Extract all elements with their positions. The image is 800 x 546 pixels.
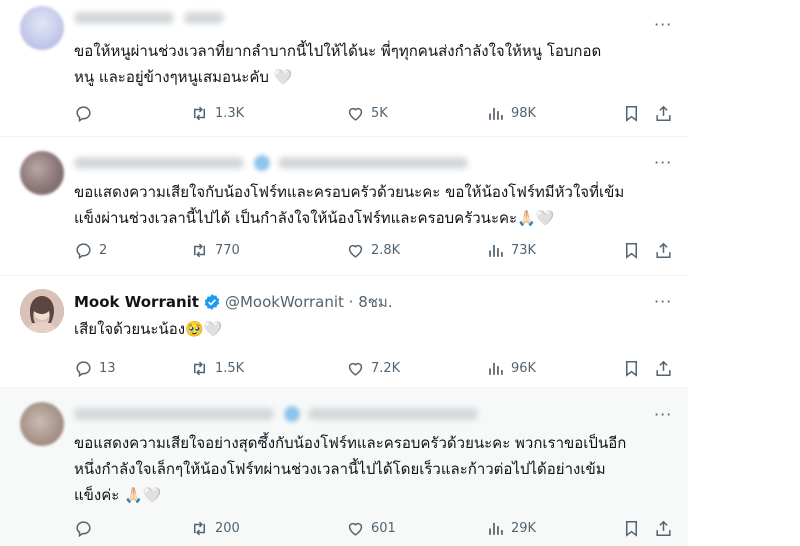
share-button[interactable]: [654, 101, 679, 125]
tweet-header: [74, 153, 478, 173]
like-count: 7.2K: [371, 360, 401, 376]
views-chart-icon: [489, 362, 503, 375]
tweet-text: ขอแสดงความเสียใจอย่างสุดซึ้งกับน้องโฟร์ท…: [74, 434, 627, 504]
retweet-button[interactable]: 1.3K: [190, 101, 244, 125]
reply-icon: [76, 520, 91, 537]
bookmark-icon: [625, 105, 638, 122]
heart-icon: [348, 107, 363, 121]
views-count: 98K: [511, 105, 537, 121]
reply-button[interactable]: [74, 101, 99, 125]
bookmark-icon: [625, 520, 638, 537]
views-button[interactable]: 96K: [486, 356, 536, 380]
views-button[interactable]: 98K: [486, 101, 536, 125]
share-button[interactable]: [654, 356, 679, 380]
retweet-count: 770: [215, 242, 240, 258]
tweet-3[interactable]: Mook Worranit @MookWorranit · 8ชม. ··· เ…: [0, 276, 688, 386]
views-button[interactable]: 73K: [486, 238, 536, 262]
retweet-count: 1.5K: [215, 360, 245, 376]
avatar[interactable]: [20, 6, 64, 50]
like-count: 5K: [371, 105, 388, 121]
share-button[interactable]: [654, 238, 679, 262]
bookmark-icon: [625, 360, 638, 377]
like-button[interactable]: 7.2K: [346, 356, 400, 380]
tweet-actions: 200 601 29K: [74, 516, 678, 540]
more-options-icon[interactable]: ···: [654, 16, 672, 34]
views-button[interactable]: 29K: [486, 516, 536, 540]
share-icon: [656, 105, 671, 121]
tweet-text: เสียใจด้วยนะน้อง🥹🤍: [74, 320, 223, 338]
reply-button[interactable]: 13: [74, 356, 116, 380]
share-icon: [656, 520, 671, 536]
tweet-actions: 2 770 2.8K 73K: [74, 238, 678, 262]
bookmark-button[interactable]: [622, 356, 647, 380]
share-icon: [656, 360, 671, 376]
tweet-4[interactable]: ··· ขอแสดงความเสียใจอย่างสุดซึ้งกับน้องโ…: [0, 388, 688, 546]
retweet-button[interactable]: 200: [190, 516, 240, 540]
avatar[interactable]: [20, 151, 64, 195]
retweet-icon: [193, 243, 206, 257]
reply-icon: [76, 242, 91, 259]
retweet-button[interactable]: 1.5K: [190, 356, 244, 380]
views-chart-icon: [489, 522, 503, 535]
blurred-handle: [278, 157, 468, 169]
blurred-timestamp: [184, 12, 224, 24]
share-button[interactable]: [654, 516, 679, 540]
bookmark-icon: [625, 242, 638, 259]
retweet-count: 200: [215, 520, 240, 536]
retweet-count: 1.3K: [215, 105, 245, 121]
views-chart-icon: [489, 107, 503, 120]
timeline-feed: ··· ขอให้หนูผ่านช่วงเวลาที่ยากลำบากนี้ไป…: [0, 0, 688, 546]
tweet-header: [74, 404, 488, 424]
like-button[interactable]: 2.8K: [346, 238, 400, 262]
tweet-text: ขอแสดงความเสียใจกับน้องโฟร์ทและครอบครัวด…: [74, 183, 625, 227]
handle-and-time[interactable]: @MookWorranit · 8ชม.: [225, 290, 393, 314]
display-name[interactable]: Mook Worranit: [74, 293, 199, 311]
blurred-display-name: [74, 408, 274, 420]
retweet-button[interactable]: 770: [190, 238, 240, 262]
reply-count: 2: [99, 242, 108, 258]
views-count: 96K: [511, 360, 537, 376]
tweet-header: [74, 8, 234, 28]
verified-badge-icon: [204, 294, 220, 310]
tweet-actions: 13 1.5K 7.2K 96K: [74, 356, 678, 380]
retweet-icon: [193, 361, 206, 375]
avatar[interactable]: [20, 402, 64, 446]
reply-button[interactable]: [74, 516, 99, 540]
avatar[interactable]: [20, 289, 64, 333]
more-options-icon[interactable]: ···: [654, 406, 672, 424]
reply-icon: [76, 105, 91, 122]
like-button[interactable]: 5K: [346, 101, 388, 125]
blurred-handle: [308, 408, 478, 420]
more-options-icon[interactable]: ···: [654, 154, 672, 172]
tweet-2[interactable]: ··· ขอแสดงความเสียใจกับน้องโฟร์ทและครอบค…: [0, 137, 688, 274]
tweet-actions: 1.3K 5K 98K: [74, 101, 678, 125]
heart-icon: [348, 362, 363, 376]
like-count: 2.8K: [371, 242, 401, 258]
retweet-icon: [193, 106, 206, 120]
bookmark-button[interactable]: [622, 516, 647, 540]
more-options-icon[interactable]: ···: [654, 293, 672, 311]
retweet-icon: [193, 521, 206, 535]
profile-photo: [20, 289, 64, 333]
heart-icon: [348, 522, 363, 536]
reply-button[interactable]: 2: [74, 238, 107, 262]
tweet-1[interactable]: ··· ขอให้หนูผ่านช่วงเวลาที่ยากลำบากนี้ไป…: [0, 0, 688, 135]
views-chart-icon: [489, 244, 503, 257]
blurred-verified-badge: [254, 155, 270, 171]
tweet-header: Mook Worranit @MookWorranit · 8ชม.: [74, 292, 393, 312]
reply-count: 13: [99, 360, 116, 376]
bookmark-button[interactable]: [622, 101, 647, 125]
blurred-display-name: [74, 157, 244, 169]
blurred-verified-badge: [284, 406, 300, 422]
views-count: 73K: [511, 242, 537, 258]
tweet-text: ขอให้หนูผ่านช่วงเวลาที่ยากลำบากนี้ไปให้ไ…: [74, 42, 602, 86]
views-count: 29K: [511, 520, 537, 536]
reply-icon: [76, 360, 91, 377]
share-icon: [656, 242, 671, 258]
blurred-display-name: [74, 12, 174, 24]
like-button[interactable]: 601: [346, 516, 396, 540]
heart-icon: [348, 244, 363, 258]
bookmark-button[interactable]: [622, 238, 647, 262]
like-count: 601: [371, 520, 396, 536]
